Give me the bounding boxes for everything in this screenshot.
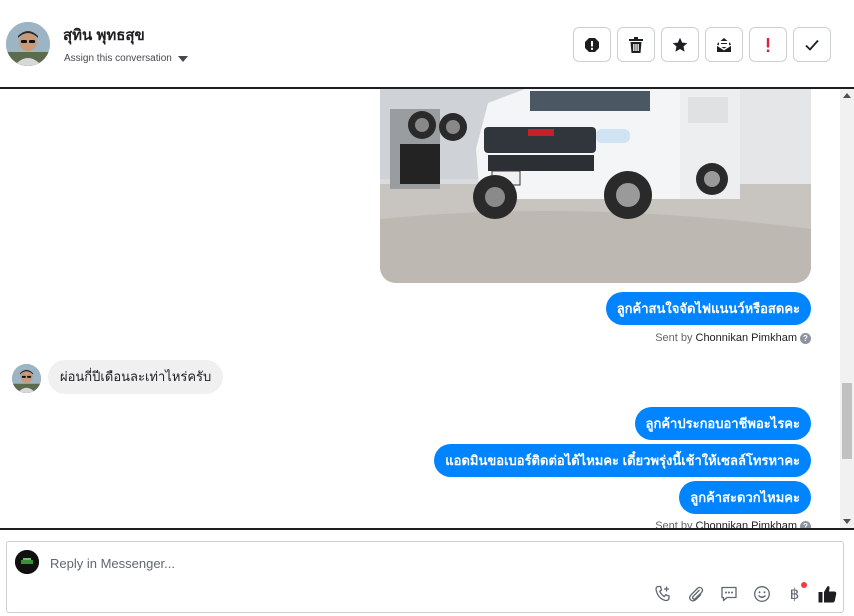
emoji-icon (753, 585, 770, 602)
assign-label: Assign this conversation (64, 53, 172, 64)
emoji-button[interactable] (751, 583, 772, 604)
important-icon (766, 37, 770, 52)
sent-by-label: Sent by Chonnikan Pimkham ? (655, 520, 811, 528)
message-thread[interactable]: ลูกค้าสนใจจัดไฟแนนว์หรือสดคะ Sent by Cho… (0, 89, 854, 528)
assign-conversation-dropdown[interactable]: Assign this conversation (64, 53, 188, 64)
page-avatar (15, 550, 39, 574)
reply-composer: ฿ (6, 541, 844, 613)
saved-replies-icon (720, 586, 737, 601)
help-icon[interactable]: ? (800, 332, 811, 344)
star-icon (672, 37, 688, 52)
mark-unread-icon (716, 37, 732, 52)
scroll-up-arrow-icon[interactable] (843, 93, 851, 98)
incoming-message[interactable]: ผ่อนกี่ปีเดือนละเท่าไหร่ครับ (48, 360, 224, 394)
payment-baht-icon: ฿ (789, 584, 800, 603)
caret-down-icon (177, 55, 188, 62)
outgoing-message[interactable]: ลูกค้าสนใจจัดไฟแนนว์หรือสดคะ (605, 292, 811, 325)
conversation-header: สุทิน พุทธสุข Assign this conversation (0, 0, 854, 89)
spam-icon (585, 37, 599, 52)
sent-by-agent[interactable]: Chonnikan Pimkham (696, 520, 798, 528)
attach-icon (688, 586, 703, 602)
messenger-conversation: สุทิน พุทธสุข Assign this conversation ล… (0, 0, 854, 616)
mark-done-button[interactable] (793, 27, 831, 62)
done-icon (805, 39, 819, 51)
delete-button[interactable] (617, 27, 655, 62)
notification-dot (801, 582, 807, 588)
saved-replies-button[interactable] (718, 583, 739, 604)
mark-important-button[interactable] (749, 27, 787, 62)
like-icon (818, 585, 837, 602)
trash-icon (629, 36, 643, 53)
help-icon[interactable]: ? (800, 520, 811, 528)
attach-button[interactable] (685, 583, 706, 604)
sent-by-label: Sent by Chonnikan Pimkham ? (655, 332, 811, 344)
outgoing-message[interactable]: แอดมินขอเบอร์ติดต่อได้ไหมคะ เดี๋ยวพรุ่งน… (434, 444, 811, 477)
scrollbar-thumb[interactable] (842, 383, 852, 459)
composer-divider (0, 528, 854, 530)
mark-spam-button[interactable] (573, 27, 611, 62)
mark-unread-button[interactable] (705, 27, 743, 62)
reply-input[interactable] (50, 553, 650, 573)
call-icon (654, 585, 670, 601)
outgoing-message[interactable]: ลูกค้าสะดวกไหมคะ (679, 481, 811, 514)
call-button[interactable] (652, 583, 673, 604)
outgoing-message[interactable]: ลูกค้าประกอบอาชีพอะไรคะ (634, 407, 811, 440)
scroll-down-arrow-icon[interactable] (843, 519, 851, 524)
conversation-actions (573, 27, 831, 62)
sent-by-prefix: Sent by (655, 520, 693, 528)
contact-avatar-small[interactable] (12, 364, 41, 393)
sent-by-prefix: Sent by (655, 332, 693, 344)
contact-name: สุทิน พุทธสุข (63, 27, 145, 44)
like-button[interactable] (817, 583, 838, 604)
thread-scrollbar[interactable] (840, 89, 854, 528)
payment-button[interactable]: ฿ (784, 582, 807, 604)
vehicle-photo[interactable] (380, 89, 811, 283)
contact-avatar[interactable] (6, 22, 50, 66)
sent-by-agent[interactable]: Chonnikan Pimkham (696, 332, 798, 344)
composer-toolbar: ฿ (652, 582, 838, 604)
star-button[interactable] (661, 27, 699, 62)
